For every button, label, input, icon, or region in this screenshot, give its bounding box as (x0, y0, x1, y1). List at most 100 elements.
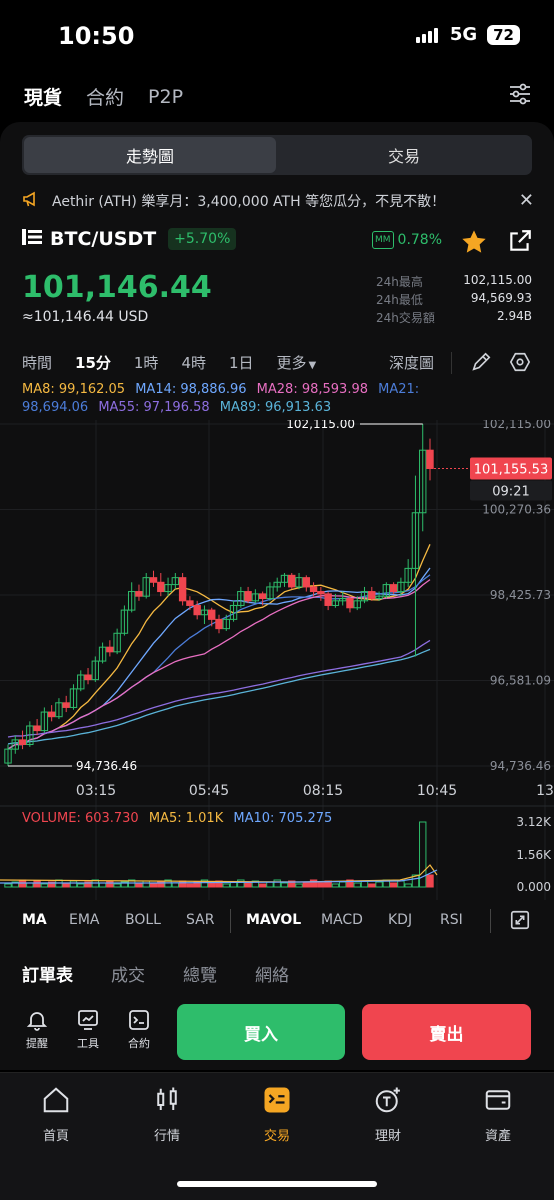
ind-ema[interactable]: EMA (69, 912, 100, 928)
ma28-label: MA28: 98,593.98 (256, 382, 368, 397)
ma-legend-row-1: MA8: 99,162.05 MA14: 98,886.96 MA28: 98,… (22, 382, 419, 397)
menu-icon[interactable] (22, 228, 42, 250)
close-icon[interactable]: ✕ (519, 190, 534, 211)
chart-settings-icon[interactable] (509, 351, 531, 377)
candle-body (135, 591, 143, 597)
share-icon[interactable] (507, 228, 533, 258)
high-marker-label: 102,115.00 (286, 420, 355, 431)
segment-chart[interactable]: 走勢圖 (24, 137, 276, 173)
ma89-label: MA89: 96,913.63 (219, 400, 332, 415)
tab-contract[interactable]: 合約 (86, 83, 124, 110)
countdown-label: 09:21 (492, 484, 529, 499)
volume-ma5: MA5: 1.01K (148, 811, 224, 826)
tab-p2p[interactable]: P2P (148, 86, 183, 108)
volume-bar (302, 881, 311, 888)
sell-button[interactable]: 賣出 (362, 1004, 531, 1060)
pair-symbol: BTC/USDT (50, 228, 157, 250)
volume-value: VOLUME: 603.730 (22, 811, 139, 826)
tab-network[interactable]: 網絡 (255, 961, 289, 986)
volume-bar (404, 883, 412, 888)
candle-body (302, 577, 311, 588)
tabbar-market-label: 行情 (153, 1129, 180, 1144)
volume-bar (426, 874, 434, 888)
stat-volume-value: 2.94B (497, 309, 532, 323)
tools-tool[interactable]: 工具 (71, 1008, 105, 1051)
candle-body (186, 600, 194, 606)
tabbar-finance[interactable]: 理財 (348, 1085, 428, 1144)
contract-tool[interactable]: 合約 (122, 1008, 156, 1051)
divider (490, 909, 491, 933)
last-price-usd: ≈101,146.44 USD (22, 309, 149, 325)
indicator-tabs: MA EMA BOLL SAR MAVOL MACD KDJ RSI (0, 905, 554, 937)
volume-tick-label: 3.12K (516, 815, 552, 829)
candlestick-chart[interactable]: 102,115.00 100,270.36 98,425.73 96,581.09 94… (0, 420, 554, 900)
ind-ma[interactable]: MA (22, 912, 47, 928)
tab-spot[interactable]: 現貨 (24, 83, 62, 110)
margin-ratio[interactable]: MM 0.78% (372, 231, 442, 249)
tab-orderbook[interactable]: 訂單表 (22, 961, 73, 986)
ind-macd[interactable]: MACD (321, 912, 363, 928)
ma55-label: MA55: 97,196.58 (98, 400, 210, 415)
ind-boll[interactable]: BOLL (125, 912, 161, 928)
announcement-bar[interactable]: Aethir (ATH) 樂享月：3,400,000 ATH 等您瓜分，不見不散… (22, 190, 538, 212)
tab-trades[interactable]: 成交 (111, 961, 145, 986)
interval-4h[interactable]: 4時 (181, 352, 206, 373)
interval-15m[interactable]: 15分 (75, 352, 111, 373)
tabbar-assets-label: 資產 (484, 1129, 511, 1144)
tabbar-trade[interactable]: 交易 (237, 1085, 317, 1144)
ind-sar[interactable]: SAR (186, 912, 214, 928)
candlestick-icon (157, 1087, 177, 1110)
announcement-text: Aethir (ATH) 樂享月：3,400,000 ATH 等您瓜分，不見不散… (52, 194, 446, 210)
volume-bar (397, 880, 405, 888)
home-indicator (177, 1181, 377, 1187)
ind-rsi[interactable]: RSI (440, 912, 463, 928)
stat-high-label: 24h最高 (376, 275, 423, 289)
volume-bar (317, 882, 325, 888)
ma14-label: MA14: 98,886.96 (135, 382, 247, 397)
battery-icon: 72 (487, 24, 520, 45)
chart-tool-icon (78, 1010, 98, 1030)
volume-ma10: MA10: 705.275 (233, 811, 333, 826)
settings-sliders-icon[interactable] (508, 82, 532, 110)
interval-more[interactable]: 更多 ▼ (277, 352, 317, 373)
alert-tool[interactable]: 提醒 (20, 1008, 54, 1051)
tabbar-home[interactable]: 首頁 (16, 1085, 96, 1144)
draw-pen-icon[interactable] (470, 351, 492, 377)
depth-chart-tab[interactable]: 深度圖 (389, 352, 434, 373)
volume-bar (142, 880, 150, 888)
candle-body (84, 674, 92, 681)
interval-1d[interactable]: 1日 (229, 352, 254, 373)
tabbar-assets[interactable]: 資產 (458, 1085, 538, 1144)
volume-bar (106, 880, 114, 888)
y-tick-label: 100,270.36 (482, 503, 551, 517)
volume-tick-label: 1.56K (516, 848, 552, 862)
fullscreen-icon[interactable] (509, 909, 531, 935)
candle-body (309, 586, 318, 593)
ind-mavol[interactable]: MAVOL (246, 912, 301, 928)
star-icon[interactable] (460, 228, 488, 260)
tab-overview[interactable]: 總覽 (183, 961, 217, 986)
interval-time[interactable]: 時間 (22, 352, 52, 373)
segment-trade[interactable]: 交易 (278, 137, 530, 173)
volume-bar (69, 880, 78, 888)
volume-bar (33, 880, 41, 888)
tabbar-market[interactable]: 行情 (127, 1085, 207, 1144)
buy-button[interactable]: 買入 (177, 1004, 345, 1060)
tools-tool-label: 工具 (77, 1037, 99, 1050)
volume-bar (149, 883, 158, 888)
volume-bar (389, 882, 398, 888)
ind-kdj[interactable]: KDJ (388, 912, 412, 928)
interval-1h[interactable]: 1時 (134, 352, 159, 373)
alert-tool-label: 提醒 (26, 1037, 48, 1050)
candle-body (288, 574, 296, 588)
order-tabs: 訂單表 成交 總覽 網絡 (22, 961, 327, 986)
trading-pair[interactable]: BTC/USDT +5.70% (22, 228, 237, 250)
candle-body (244, 591, 252, 602)
tabbar-trade-label: 交易 (263, 1129, 290, 1144)
divider (451, 352, 452, 374)
tabbar-home-label: 首頁 (42, 1129, 69, 1144)
volume-bar (244, 882, 252, 888)
candle-body (149, 577, 158, 583)
tabbar-finance-label: 理財 (374, 1129, 401, 1144)
ma21-label: MA21: (378, 382, 420, 397)
